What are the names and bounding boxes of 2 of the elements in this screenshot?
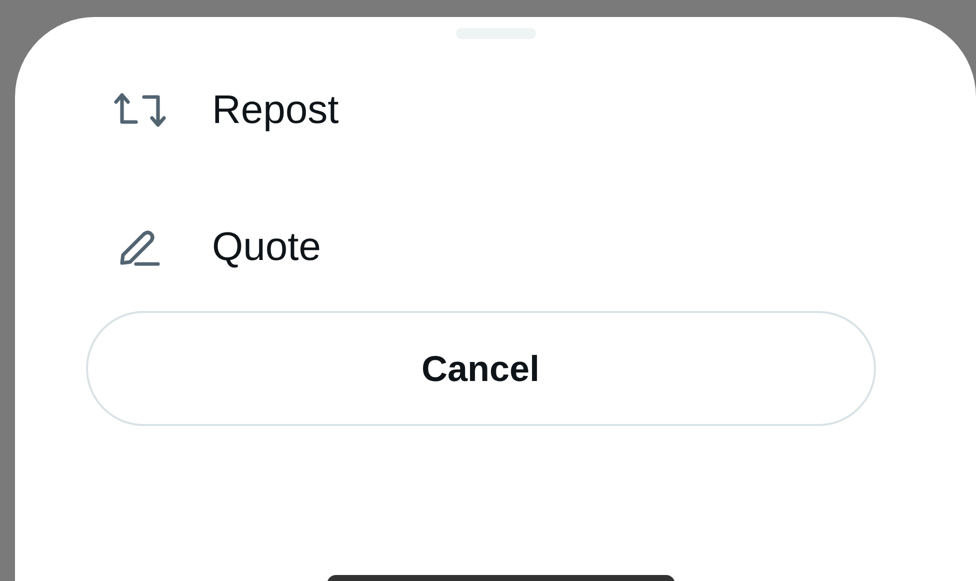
cancel-button[interactable]: Cancel xyxy=(86,311,876,426)
menu-item[interactable]: Repost xyxy=(15,41,976,178)
